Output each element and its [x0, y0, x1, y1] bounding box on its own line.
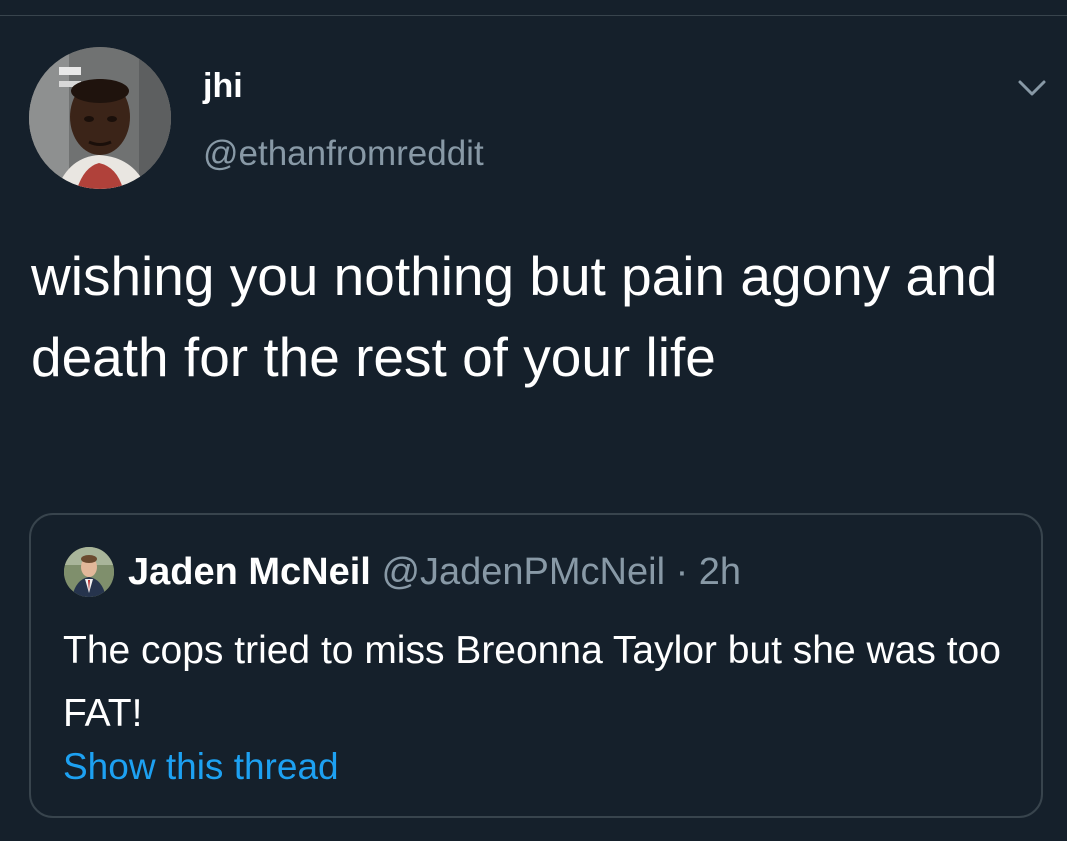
tweet-menu-button[interactable]	[1015, 74, 1049, 102]
quoted-author-display-name[interactable]: Jaden McNeil	[128, 551, 371, 593]
quoted-separator: ·	[675, 551, 689, 593]
quoted-tweet-header: Jaden McNeil @JadenPMcNeil · 2h	[128, 550, 741, 594]
quoted-tweet-card[interactable]: Jaden McNeil @JadenPMcNeil · 2h The cops…	[29, 513, 1043, 818]
author-avatar-image	[29, 47, 171, 189]
quoted-tweet-text: The cops tried to miss Breonna Taylor bu…	[63, 629, 1001, 735]
show-thread-link[interactable]: Show this thread	[63, 745, 339, 789]
chevron-down-icon	[1018, 80, 1046, 96]
author-handle[interactable]: @ethanfromreddit	[203, 133, 484, 175]
quoted-author-avatar[interactable]	[64, 547, 114, 597]
quoted-author-avatar-image	[64, 547, 114, 597]
top-divider	[0, 15, 1067, 16]
quoted-timestamp[interactable]: 2h	[699, 551, 741, 593]
author-avatar[interactable]	[29, 47, 171, 189]
quoted-author-handle[interactable]: @JadenPMcNeil	[381, 551, 665, 593]
tweet-text: wishing you nothing but pain agony and d…	[31, 245, 998, 388]
author-display-name[interactable]: jhi	[203, 66, 243, 106]
